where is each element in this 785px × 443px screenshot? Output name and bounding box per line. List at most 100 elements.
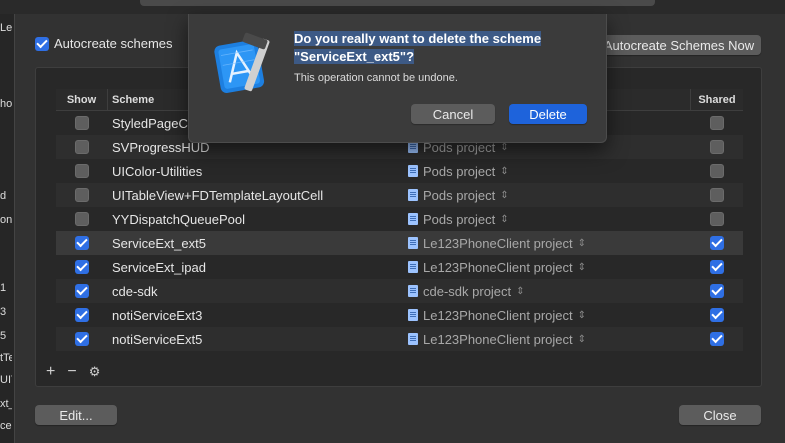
alert-title: Do you really want to delete the scheme … [294,30,580,66]
show-checkbox[interactable] [75,212,89,226]
show-cell [56,332,108,346]
popup-chevrons-icon: ⇕ [500,141,509,153]
container-label: Le123PhoneClient project [423,307,573,323]
container-cell[interactable]: Pods project ⇕ [408,212,690,227]
scheme-name: cde-sdk [112,283,158,299]
shared-checkbox[interactable] [709,308,724,322]
container-cell[interactable]: Pods project ⇕ [408,164,690,179]
show-cell [56,116,108,130]
container-cell[interactable]: Le123PhoneClient project ⇕ [408,260,690,275]
show-cell [56,284,108,298]
container-label: cde-sdk project [423,283,512,299]
show-checkbox[interactable] [75,308,89,322]
container-label: Le123PhoneClient project [423,331,573,347]
column-header-shared[interactable]: Shared [690,89,743,110]
show-checkbox[interactable] [75,260,89,274]
container-cell[interactable]: Le123PhoneClient project ⇕ [408,308,690,323]
show-checkbox[interactable] [75,332,89,346]
shared-cell [690,260,743,274]
container-label: Pods project [423,211,496,227]
container-cell[interactable]: cde-sdk project ⇕ [408,284,690,299]
background-label: 5 [0,330,7,342]
shared-checkbox[interactable] [709,212,724,226]
show-cell [56,260,108,274]
background-label: xt_ [0,398,12,410]
popup-chevrons-icon: ⇕ [500,189,509,201]
scheme-name: UITableView+FDTemplateLayoutCell [112,187,324,203]
show-checkbox[interactable] [75,140,89,154]
container-cell[interactable]: Le123PhoneClient project ⇕ [408,236,690,251]
table-row[interactable]: YYDispatchQueuePool Pods project ⇕ [56,207,743,231]
table-row[interactable]: cde-sdk cde-sdk project ⇕ [56,279,743,303]
column-header-show[interactable]: Show [56,89,108,110]
table-row[interactable]: ServiceExt_ext5 Le123PhoneClient project ⇕ [56,231,743,255]
alert-title-text: Do you really want to delete the scheme … [294,31,542,64]
background-sidebar: Le1 hor d on 1 3 5 tTe UIT xt_ ce [0,14,14,443]
background-label: tTe [0,352,12,364]
show-checkbox[interactable] [75,236,89,250]
shared-cell [690,236,743,250]
table-row[interactable]: notiServiceExt3 Le123PhoneClient project ⇕ [56,303,743,327]
popup-chevrons-icon: ⇕ [577,333,586,345]
shared-cell [690,116,743,130]
shared-cell [690,188,743,202]
gear-icon[interactable]: ⚙ [89,364,101,380]
alert-message: This operation cannot be undone. [294,72,458,84]
shared-cell [690,308,743,322]
add-icon[interactable]: + [46,363,55,381]
shared-checkbox[interactable] [709,188,724,202]
autocreate-schemes-option[interactable]: Autocreate schemes [35,36,173,51]
table-row[interactable]: UITableView+FDTemplateLayoutCell Pods pro… [56,183,743,207]
container-cell[interactable]: Pods project ⇕ [408,188,690,203]
background-label: Le1 [0,22,12,34]
shared-checkbox[interactable] [709,164,724,178]
show-cell [56,140,108,154]
table-row[interactable]: notiServiceExt5 Le123PhoneClient project ⇕ [56,327,743,351]
shared-checkbox[interactable] [709,236,724,250]
show-cell [56,164,108,178]
background-label: ce [0,420,12,432]
popup-chevrons-icon: ⇕ [577,309,586,321]
edit-button[interactable]: Edit... [35,405,117,425]
container-label: Le123PhoneClient project [423,235,573,251]
xcode-app-icon [214,32,270,94]
table-body: StyledPageC SVProgressHUD Pods project ⇕ UIC… [56,111,743,351]
container-label: Le123PhoneClient project [423,259,573,275]
show-checkbox[interactable] [75,188,89,202]
container-label: Pods project [423,187,496,203]
background-label: d [0,190,7,202]
show-cell [56,308,108,322]
project-document-icon [408,189,418,201]
shared-checkbox[interactable] [709,140,724,154]
scheme-name: ServiceExt_ipad [112,259,206,275]
shared-cell [690,140,743,154]
background-search-field [140,0,655,6]
popup-chevrons-icon: ⇕ [500,165,509,177]
project-document-icon [408,261,418,273]
cancel-button[interactable]: Cancel [411,104,495,124]
table-toolbar: + − ⚙ [46,363,100,381]
background-label: 3 [0,306,7,318]
shared-cell [690,212,743,226]
close-button[interactable]: Close [679,405,761,425]
autocreate-schemes-checkbox[interactable] [35,36,49,51]
shared-checkbox[interactable] [709,116,724,130]
shared-checkbox[interactable] [709,284,724,298]
autocreate-schemes-now-button[interactable]: Autocreate Schemes Now [597,35,761,55]
container-cell[interactable]: Le123PhoneClient project ⇕ [408,332,690,347]
shared-checkbox[interactable] [709,332,724,346]
shared-checkbox[interactable] [709,260,724,274]
remove-icon[interactable]: − [67,363,76,381]
background-label: UIT [0,374,12,386]
show-cell [56,212,108,226]
background-label: hor [0,98,12,110]
show-checkbox[interactable] [75,164,89,178]
delete-scheme-alert: Do you really want to delete the scheme … [188,14,607,143]
show-checkbox[interactable] [75,116,89,130]
table-row[interactable]: UIColor-Utilities Pods project ⇕ [56,159,743,183]
table-row[interactable]: ServiceExt_ipad Le123PhoneClient project ⇕ [56,255,743,279]
show-checkbox[interactable] [75,284,89,298]
project-document-icon [408,285,418,297]
delete-button[interactable]: Delete [509,104,587,124]
show-cell [56,236,108,250]
